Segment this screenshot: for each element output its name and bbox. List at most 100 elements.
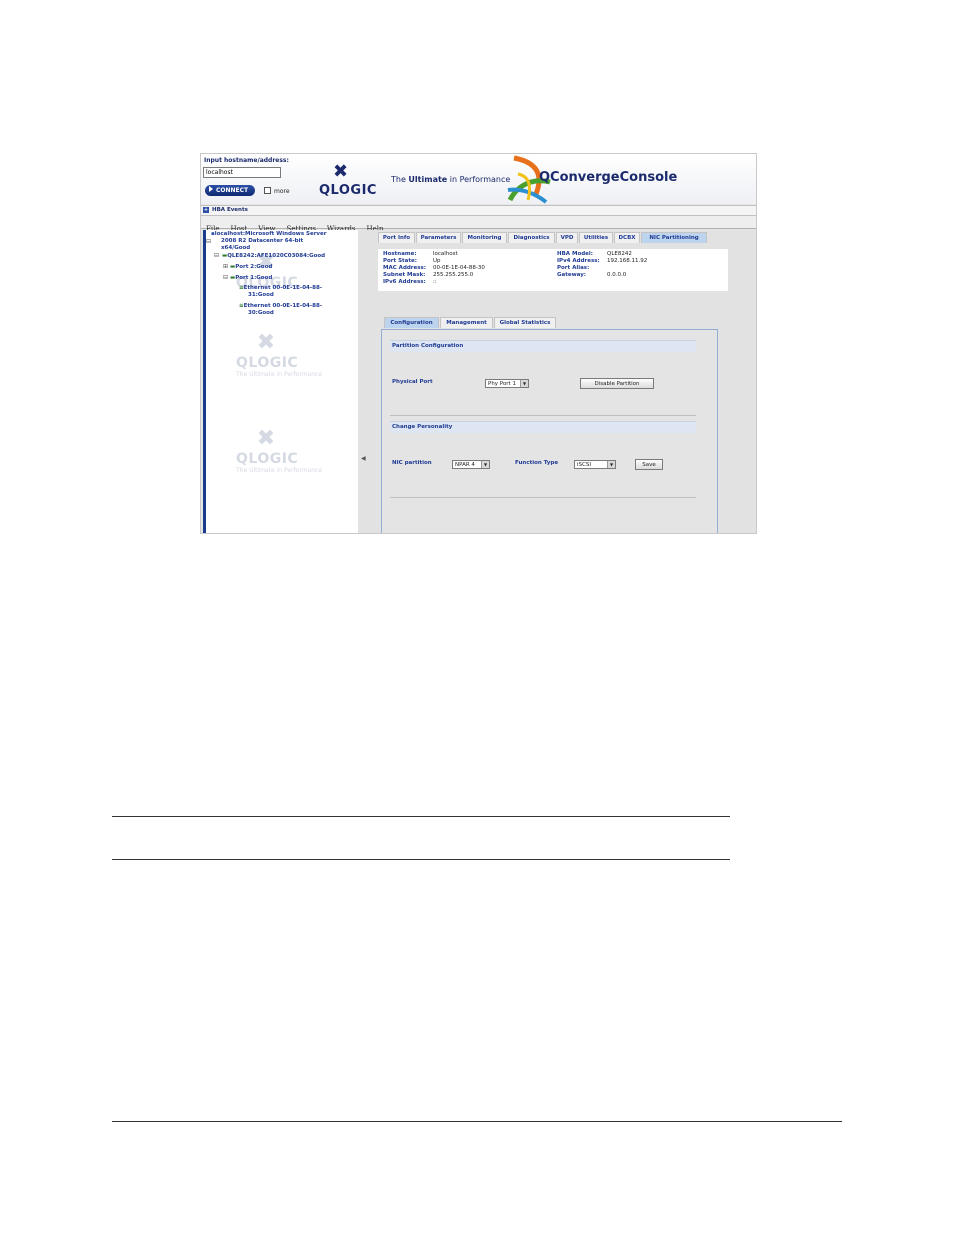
- nic-partition-label: NIC partition: [392, 460, 432, 466]
- expand-icon[interactable]: ⊞: [223, 263, 228, 270]
- tab-utilities[interactable]: Utilities: [579, 232, 613, 243]
- qlogic-wordmark: QLOGIC: [319, 183, 377, 198]
- tab-diagnostics[interactable]: Diagnostics: [508, 232, 555, 243]
- function-type-value: iSCSI: [577, 462, 591, 468]
- physical-port-value: Phy Port 1: [488, 381, 516, 387]
- tab-dcbx[interactable]: DCBX: [614, 232, 640, 243]
- qconvergeconsole-screenshot: Input hostname/address: CONNECT more ✖ Q…: [200, 153, 757, 534]
- ipv6-address-value: ::: [433, 279, 437, 285]
- page-rule-footer: [112, 1121, 842, 1122]
- ipv4-address-key: IPv4 Address:: [557, 258, 600, 264]
- checkbox-icon[interactable]: [264, 187, 271, 194]
- tree-node-adapter[interactable]: ▬QLE8242:AFE1020C03084:Good: [222, 253, 325, 260]
- hostname-value: localhost: [433, 251, 458, 257]
- hba-model-value: QLE8242: [607, 251, 632, 257]
- tree-node-ethernet-31[interactable]: ≡Ethernet 00-0E-1E-04-88-: [239, 285, 322, 292]
- tab-monitoring[interactable]: Monitoring: [462, 232, 507, 243]
- save-button[interactable]: Save: [635, 459, 663, 470]
- page-rule-top: [112, 816, 730, 817]
- tree-host-line2: 2008 R2 Datacenter 64-bit: [221, 238, 304, 244]
- collapse-arrow-icon[interactable]: ◀: [361, 455, 366, 462]
- nic-partition-select[interactable]: NPAR 4 ▼: [452, 460, 490, 469]
- play-icon: [209, 186, 213, 192]
- tree-adapter-label: QLE8242:AFE1020C03084:Good: [227, 253, 326, 259]
- nic-partition-value: NPAR 4: [455, 462, 475, 468]
- disable-partition-button[interactable]: Disable Partition: [580, 378, 654, 389]
- tree-node-port2[interactable]: ▬Port 2:Good: [230, 264, 272, 271]
- subtab-global-statistics[interactable]: Global Statistics: [494, 317, 556, 328]
- dropdown-arrow-icon[interactable]: ▼: [481, 461, 489, 468]
- hostname-input[interactable]: [203, 167, 281, 178]
- collapse-icon[interactable]: ⊟: [223, 274, 228, 281]
- watermark-word: QLOGIC: [236, 451, 299, 467]
- hostname-input-label: Input hostname/address:: [204, 157, 289, 164]
- section-divider: [390, 415, 696, 416]
- mac-address-value: 00-0E-1E-04-88-30: [433, 265, 485, 271]
- physical-port-label: Physical Port: [392, 379, 433, 385]
- function-type-label: Function Type: [515, 460, 559, 466]
- hba-model-key: HBA Model:: [557, 251, 593, 257]
- configuration-panel: Partition Configuration Physical Port Ph…: [381, 329, 718, 533]
- watermark-tagline: The Ultimate in Performance: [236, 371, 323, 378]
- hba-events-label: HBA Events: [212, 207, 248, 213]
- mac-address-key: MAC Address:: [383, 265, 427, 271]
- gateway-key: Gateway:: [557, 272, 586, 278]
- page-rule-middle: [112, 859, 730, 860]
- port-info-panel: Hostname: localhost Port State: Up MAC A…: [378, 249, 728, 291]
- tree-eth30-line2: 30:Good: [248, 310, 274, 316]
- collapse-icon[interactable]: ⊟: [214, 252, 219, 259]
- ipv6-address-key: IPv6 Address:: [383, 279, 426, 285]
- qlogic-mark-icon: ✖: [333, 161, 349, 182]
- tab-vpd[interactable]: VPD: [556, 232, 578, 243]
- tab-nic-partitioning[interactable]: NIC Partitioning: [641, 232, 707, 243]
- tagline-post: in Performance: [447, 175, 511, 184]
- tree-port2-label: Port 2:Good: [235, 264, 273, 270]
- host-tree: ✖ QLOGIC ✖ QLOGIC The Ultimate in Performan…: [203, 230, 361, 533]
- hostname-key: Hostname:: [383, 251, 417, 257]
- tree-eth31-line1: Ethernet 00-0E-1E-04-88-: [243, 285, 323, 291]
- tree-node-ethernet-30[interactable]: ≡Ethernet 00-0E-1E-04-88-: [239, 303, 322, 310]
- tree-host-line3: x64/Good: [221, 245, 251, 251]
- tree-eth31-line2: 31:Good: [248, 292, 274, 298]
- qlogic-logo: ✖ QLOGIC: [319, 159, 381, 201]
- tab-port-info[interactable]: Port Info: [378, 232, 415, 243]
- tab-parameters[interactable]: Parameters: [416, 232, 461, 243]
- details-pane: Port Info Parameters Monitoring Diagnost…: [370, 230, 756, 533]
- pane-splitter[interactable]: ◀: [358, 230, 370, 533]
- tree-node-host[interactable]: ▪localhost:Microsoft Windows Server: [211, 231, 326, 238]
- expand-icon[interactable]: +: [203, 207, 209, 213]
- tree-eth30-line1: Ethernet 00-0E-1E-04-88-: [243, 303, 323, 309]
- dropdown-arrow-icon[interactable]: ▼: [520, 380, 528, 387]
- menu-bar: File Host View Settings Wizards Help: [201, 216, 756, 233]
- change-personality-heading: Change Personality: [390, 421, 696, 433]
- tagline-bold: Ultimate: [408, 175, 448, 184]
- function-type-select[interactable]: iSCSI ▼: [574, 460, 616, 469]
- connect-label: CONNECT: [216, 187, 249, 194]
- tree-host-label: localhost:Microsoft Windows Server: [214, 231, 327, 237]
- hba-events-bar[interactable]: + HBA Events: [201, 205, 756, 216]
- more-label: more: [274, 188, 290, 195]
- tree-port1-label: Port 1:Good: [235, 275, 273, 281]
- port-state-value: Up: [433, 258, 441, 264]
- partition-configuration-heading: Partition Configuration: [390, 340, 696, 352]
- dropdown-arrow-icon[interactable]: ▼: [607, 461, 615, 468]
- section-divider: [390, 497, 696, 498]
- watermark-tagline: The Ultimate in Performance: [236, 467, 323, 474]
- tree-node-port1[interactable]: ▬Port 1:Good: [230, 275, 272, 282]
- app-header: Input hostname/address: CONNECT more ✖ Q…: [201, 154, 756, 204]
- brand-name: QConvergeConsole: [539, 170, 678, 185]
- watermark-mark-icon: ✖: [256, 330, 276, 355]
- collapse-icon[interactable]: ⊟: [206, 238, 211, 245]
- watermark-mark-icon: ✖: [256, 426, 276, 451]
- subtab-management[interactable]: Management: [440, 317, 493, 328]
- physical-port-select[interactable]: Phy Port 1 ▼: [485, 379, 529, 388]
- more-checkbox[interactable]: more: [264, 187, 290, 195]
- tagline-pre: The: [391, 175, 409, 184]
- subtab-configuration[interactable]: Configuration: [384, 317, 439, 328]
- connect-button[interactable]: CONNECT: [205, 185, 255, 196]
- watermark-logo-3: ✖ QLOGIC The Ultimate in Performance: [236, 426, 322, 474]
- gateway-value: 0.0.0.0: [607, 272, 627, 278]
- watermark-word: QLOGIC: [236, 355, 299, 371]
- watermark-logo-2: ✖ QLOGIC The Ultimate in Performance: [236, 330, 322, 378]
- port-alias-key: Port Alias:: [557, 265, 590, 271]
